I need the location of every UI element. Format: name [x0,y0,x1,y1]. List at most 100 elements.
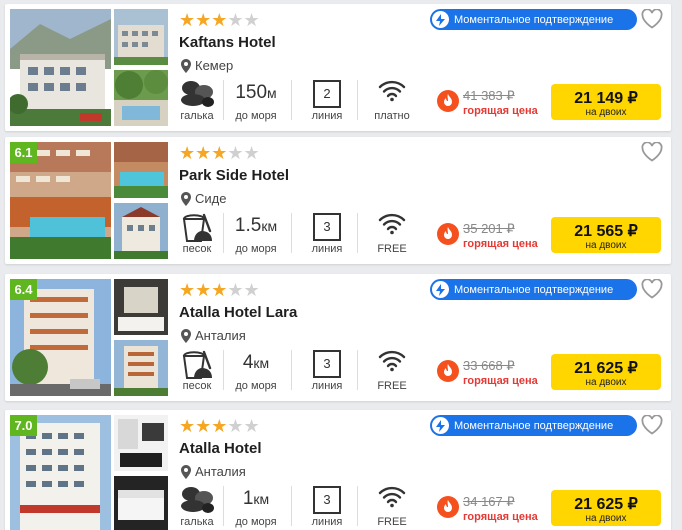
sea-label: до моря [235,516,277,528]
pebbles-icon [181,487,214,513]
hot-price-label: горящая цена [463,105,538,117]
sea-distance: 4км до моря [227,346,285,392]
badge-label: Моментальное подтверждение [454,283,614,296]
hotel-card[interactable]: 7.0 ★★★★★ Atalla Hotel Анталия галька 1к… [5,410,671,530]
divider [223,350,224,390]
heart-icon[interactable] [641,279,663,299]
lightning-icon [432,417,449,434]
hotel-list: ★★★★★ Kaftans Hotel Кемер галька 150м до… [0,0,682,530]
beach-line: 3 линия [301,482,353,528]
distance-unit: км [253,355,270,371]
hotel-photo-thumb[interactable] [114,340,168,396]
lightning-icon [432,281,449,298]
hotel-photo-thumb[interactable] [114,476,168,530]
old-price: 33 668 ₽ [463,358,515,373]
distance-value: 4 [242,352,254,373]
beach-type: галька [177,76,217,122]
map-pin-icon [181,328,191,343]
sea-label: до моря [235,110,277,122]
divider [357,350,358,390]
hotel-photo-thumb[interactable] [114,279,168,335]
price-button[interactable]: 21 565 ₽ на двоих [551,217,661,253]
hotel-location: Анталия [181,328,246,343]
divider [357,486,358,526]
hotel-photo-thumb[interactable] [114,415,168,471]
star-rating: ★★★★★ [179,143,260,163]
sea-distance: 1км до моря [227,482,285,528]
beach-label: песок [182,380,212,392]
hot-price-label: горящая цена [463,375,538,387]
wifi-icon [378,80,406,102]
price-for-two: на двоих [585,513,627,524]
hotel-photo-thumb[interactable] [114,203,168,259]
sea-distance: 1.5км до моря [227,209,285,255]
wifi-icon [378,350,406,372]
divider [223,213,224,253]
divider [291,486,292,526]
map-pin-icon [181,191,191,206]
instant-confirmation-badge: Моментальное подтверждение [430,415,637,436]
hotel-card[interactable]: 6.1 ★★★★★ Park Side Hotel Сиде песок 1.5… [5,137,671,264]
hotel-name[interactable]: Atalla Hotel [179,440,262,457]
fire-icon [437,496,459,518]
instant-confirmation-badge: Моментальное подтверждение [430,279,637,300]
divider [291,80,292,120]
hotel-name[interactable]: Park Side Hotel [179,167,289,184]
distance-value: 150 [235,82,268,103]
hotel-location: Кемер [181,58,233,73]
distance-unit: км [253,491,270,507]
city-label: Анталия [195,464,246,479]
wifi-label: платно [374,110,410,122]
heart-icon[interactable] [641,415,663,435]
sand-bucket-icon [182,350,212,379]
rating-badge: 6.1 [10,142,37,163]
star-rating: ★★★★★ [179,10,260,30]
price-button[interactable]: 21 149 ₽ на двоих [551,84,661,120]
fire-icon [437,360,459,382]
city-label: Кемер [195,58,234,73]
city-label: Сиде [195,191,227,206]
distance-unit: км [261,218,278,234]
hotel-photo-thumb[interactable] [114,142,168,198]
divider [291,213,292,253]
price-button[interactable]: 21 625 ₽ на двоих [551,354,661,390]
fire-icon [437,223,459,245]
price-for-two: на двоих [585,240,627,251]
hot-price-label: горящая цена [463,238,538,250]
distance-unit: м [267,85,277,101]
distance-value: 1 [242,488,254,509]
line-label: линия [311,243,343,255]
old-price: 41 383 ₽ [463,88,515,103]
old-price: 35 201 ₽ [463,221,515,236]
heart-icon[interactable] [641,142,663,162]
hotel-name[interactable]: Atalla Hotel Lara [179,304,297,321]
beach-label: песок [182,243,212,255]
hotel-location: Сиде [181,191,226,206]
hotel-card[interactable]: ★★★★★ Kaftans Hotel Кемер галька 150м до… [5,4,671,131]
hotel-card[interactable]: 6.4 ★★★★★ Atalla Hotel Lara Анталия песо… [5,274,671,401]
pebbles-icon [181,81,214,107]
hotel-photo-main[interactable] [10,9,111,126]
price-amount: 21 565 ₽ [574,223,638,240]
wifi-label: FREE [377,516,407,528]
hotel-name[interactable]: Kaftans Hotel [179,34,276,51]
wifi-icon [378,486,406,508]
hotel-photo-thumb[interactable] [114,70,168,126]
wifi-info: FREE [367,346,417,392]
price-button[interactable]: 21 625 ₽ на двоих [551,490,661,526]
badge-label: Моментальное подтверждение [454,419,614,432]
city-label: Анталия [195,328,246,343]
beach-type: песок [177,346,217,392]
line-number: 3 [313,350,341,378]
distance-value: 1.5 [234,215,262,236]
beach-line: 2 линия [301,76,353,122]
lightning-icon [432,11,449,28]
divider [291,350,292,390]
heart-icon[interactable] [641,9,663,29]
wifi-info: FREE [367,482,417,528]
wifi-label: FREE [377,243,407,255]
line-number: 2 [313,80,341,108]
beach-type: песок [177,209,217,255]
hotel-photo-thumb[interactable] [114,9,168,65]
wifi-icon [378,213,406,235]
